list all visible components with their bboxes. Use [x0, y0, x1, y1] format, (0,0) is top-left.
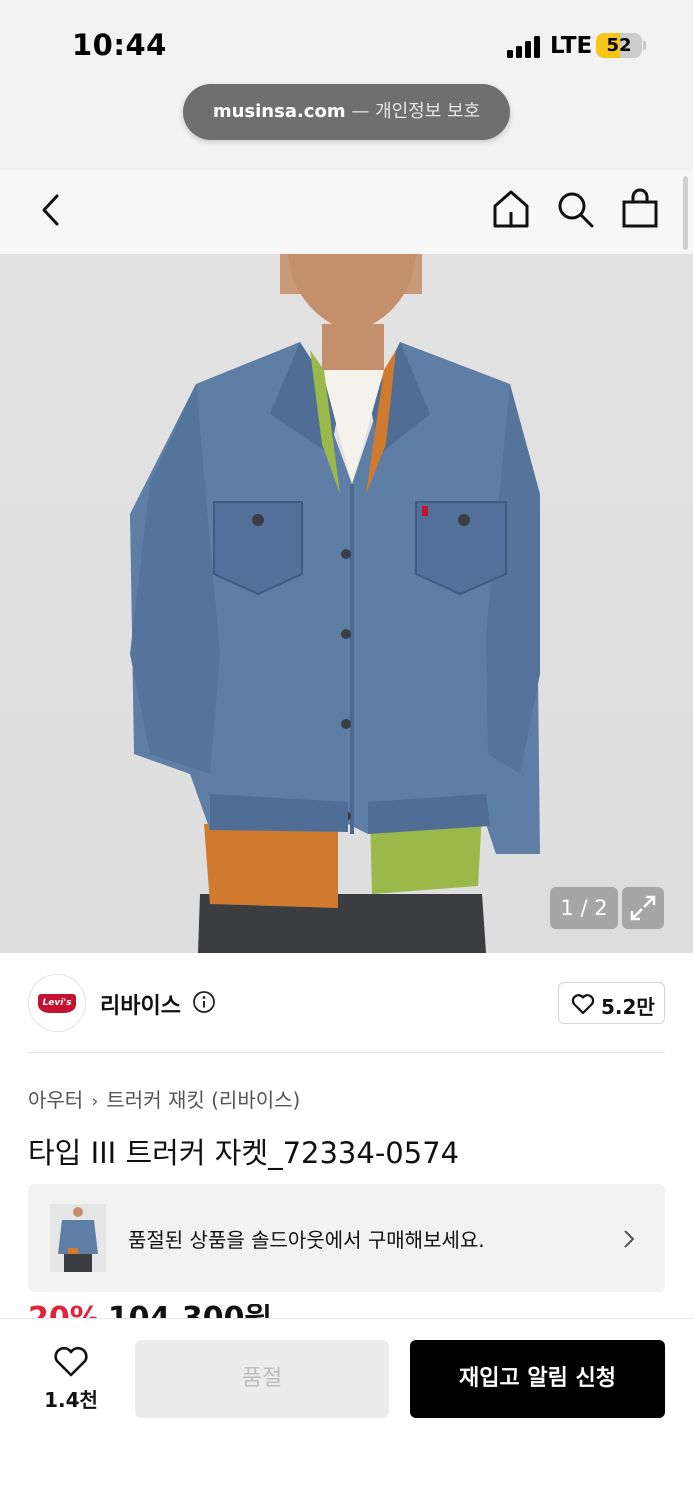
chevron-right-icon: [624, 1230, 635, 1248]
price-row: 20% 104,300원: [28, 1304, 272, 1318]
brand-like-button[interactable]: 5.2만: [558, 982, 665, 1024]
scroll-indicator[interactable]: [683, 176, 688, 250]
url-bar[interactable]: musinsa.com — 개인정보 보호: [183, 84, 510, 140]
network-type: LTE: [550, 33, 593, 59]
product-image[interactable]: [0, 254, 693, 953]
breadcrumb-item[interactable]: 트러커 재킷 (리바이스): [106, 1088, 300, 1112]
status-time: 10:44: [72, 28, 167, 62]
home-icon[interactable]: [491, 188, 531, 230]
url-separator: —: [345, 101, 376, 122]
product-photo: [130, 254, 540, 953]
discount-rate: 20%: [28, 1304, 100, 1318]
back-chevron-icon[interactable]: [36, 190, 66, 230]
wish-count: 1.4천: [44, 1388, 98, 1412]
heart-icon: [54, 1346, 88, 1377]
chevron-right-icon: ›: [91, 1091, 99, 1112]
battery-nub: [643, 41, 646, 50]
image-counter: 1 / 2: [550, 887, 618, 929]
expand-icon: [630, 895, 656, 921]
brand-row: Levi's 리바이스 5.2만: [28, 974, 665, 1032]
search-icon[interactable]: [556, 190, 596, 230]
brand-like-count: 5.2만: [601, 995, 655, 1019]
soldout-thumbnail: [50, 1204, 106, 1272]
divider: [28, 1052, 665, 1053]
wish-button[interactable]: 1.4천: [36, 1340, 106, 1416]
brand-logo[interactable]: Levi's: [28, 974, 86, 1032]
brand-logo-text: Levi's: [38, 994, 76, 1013]
breadcrumb-item[interactable]: 아우터: [28, 1088, 83, 1112]
soldout-banner-text: 품절된 상품을 솔드아웃에서 구매해보세요.: [128, 1228, 485, 1252]
soldout-button[interactable]: 품절: [135, 1340, 389, 1418]
battery-level: 52: [606, 35, 632, 56]
brand-name[interactable]: 리바이스: [100, 988, 181, 1020]
url-domain: musinsa.com: [212, 101, 346, 122]
privacy-label: 개인정보 보호: [375, 101, 481, 122]
shopping-bag-icon[interactable]: [620, 188, 660, 230]
expand-button[interactable]: [622, 887, 664, 929]
soldout-banner[interactable]: 품절된 상품을 솔드아웃에서 구매해보세요.: [28, 1184, 665, 1292]
signal-icon: [507, 36, 543, 58]
product-title: 타입 III 트러커 자켓_72334-0574: [28, 1136, 460, 1170]
info-icon[interactable]: [192, 990, 216, 1014]
sale-price: 104,300원: [108, 1304, 272, 1318]
top-nav-bar: [0, 170, 693, 254]
restock-alert-button[interactable]: 재입고 알림 신청: [410, 1340, 665, 1418]
breadcrumb: 아우터 › 트러커 재킷 (리바이스): [28, 1084, 300, 1113]
battery-icon: 52: [596, 33, 642, 58]
heart-icon: [571, 994, 595, 1015]
